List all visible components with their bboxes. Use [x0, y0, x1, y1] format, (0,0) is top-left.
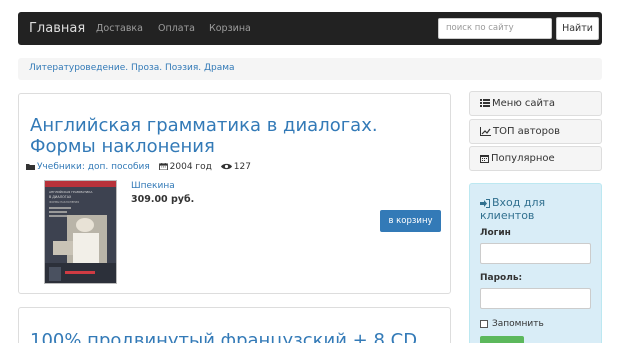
- nav-link-cart[interactable]: Корзина: [209, 23, 251, 34]
- breadcrumb: Литературоведение. Проза. Поэзия. Драма: [18, 58, 602, 80]
- login-input[interactable]: [480, 243, 591, 264]
- login-panel: Вход для клиентов Логин Пароль: Запомнит…: [469, 183, 602, 343]
- book-category-link[interactable]: Учебники: доп. пособия: [37, 162, 150, 172]
- password-input[interactable]: [480, 288, 591, 309]
- search-button[interactable]: Найти: [556, 17, 599, 40]
- breadcrumb-category-link[interactable]: Литературоведение. Проза. Поэзия. Драма: [29, 63, 235, 73]
- password-label: Пароль:: [480, 273, 523, 283]
- sidebar-item-label: Популярное: [491, 153, 555, 164]
- remember-checkbox[interactable]: [480, 319, 488, 328]
- sidebar-item-site-menu[interactable]: Меню сайта: [469, 91, 602, 116]
- book-title-link[interactable]: Английская грамматика в диалогах. Формы …: [30, 115, 440, 157]
- chart-icon: [480, 126, 491, 136]
- eye-icon: [220, 163, 232, 170]
- sign-in-icon: [480, 198, 490, 208]
- book-cover-image[interactable]: АНГЛИЙСКАЯ ГРАММАТИКА В ДИАЛОГАХ ФОРМЫ Н…: [44, 180, 117, 284]
- nav-brand-home[interactable]: Главная: [29, 21, 85, 36]
- sidebar-item-label: ТОП авторов: [493, 126, 561, 137]
- search-input[interactable]: поиск по сайту: [438, 18, 552, 39]
- book-meta: Учебники: доп. пособия 2004 год 127: [26, 162, 257, 172]
- book-card: 100% продвинутый французский + 8 CD: [18, 307, 451, 343]
- add-to-cart-button[interactable]: в корзину: [380, 210, 441, 232]
- nav-link-payment[interactable]: Оплата: [158, 23, 195, 34]
- book-views: 127: [233, 162, 251, 172]
- calendar-icon: [480, 154, 489, 163]
- calendar-icon: [158, 163, 168, 170]
- svg-text:ФОРМЫ НАКЛОНЕНИЯ: ФОРМЫ НАКЛОНЕНИЯ: [49, 200, 79, 204]
- book-year: 2004 год: [169, 162, 212, 172]
- sidebar-item-label: Меню сайта: [492, 98, 555, 109]
- login-title: Вход для клиентов: [480, 196, 595, 222]
- top-navbar: Главная Доставка Оплата Корзина поиск по…: [18, 12, 602, 45]
- list-icon: [480, 99, 490, 107]
- sidebar-item-popular[interactable]: Популярное: [469, 146, 602, 171]
- svg-text:АНГЛИЙСКАЯ ГРАММАТИКА: АНГЛИЙСКАЯ ГРАММАТИКА: [49, 189, 93, 194]
- book-cover-art: АНГЛИЙСКАЯ ГРАММАТИКА В ДИАЛОГАХ ФОРМЫ Н…: [45, 181, 116, 283]
- remember-label: Запомнить: [492, 319, 544, 329]
- book-author-link[interactable]: Шпекина: [131, 181, 175, 191]
- nav-link-delivery[interactable]: Доставка: [96, 23, 143, 34]
- login-submit-button[interactable]: [480, 336, 524, 343]
- svg-text:В ДИАЛОГАХ: В ДИАЛОГАХ: [49, 195, 72, 199]
- book-price: 309.00 руб.: [131, 194, 195, 205]
- book-title-link[interactable]: 100% продвинутый французский + 8 CD: [30, 330, 440, 343]
- login-label: Логин: [480, 228, 511, 238]
- folder-icon: [26, 164, 35, 170]
- remember-me[interactable]: Запомнить: [480, 319, 544, 329]
- sidebar-item-top-authors[interactable]: ТОП авторов: [469, 119, 602, 144]
- book-card: Английская грамматика в диалогах. Формы …: [18, 93, 451, 294]
